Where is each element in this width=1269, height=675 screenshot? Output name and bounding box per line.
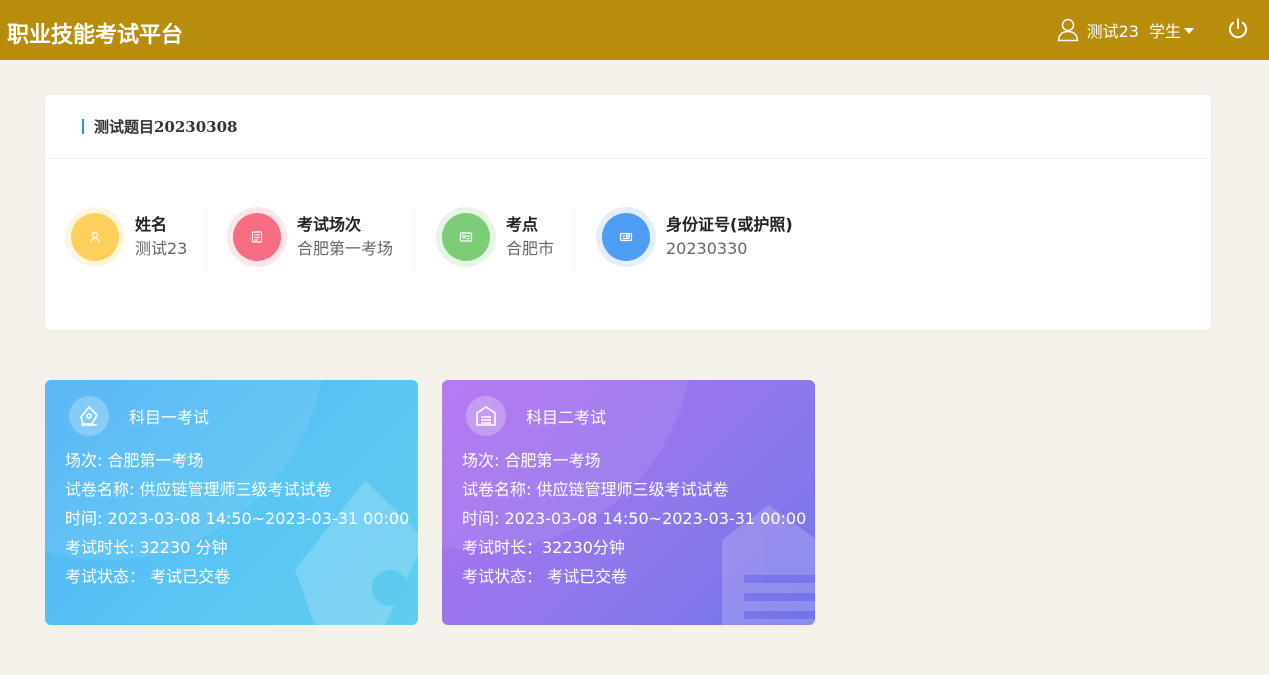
user-menu[interactable]: 测试23 学生: [1057, 16, 1194, 44]
session-badge: [227, 207, 287, 267]
caret-down-icon[interactable]: [1184, 28, 1194, 34]
site-badge: [436, 207, 496, 267]
user-icon: [1057, 18, 1078, 42]
title-accent-bar: [82, 119, 84, 134]
exam-status: 考试状态： 考试已交卷: [65, 567, 231, 586]
site-value: 合肥市: [506, 239, 555, 258]
info-item-name: 姓名 测试23: [65, 205, 187, 269]
pen-icon: [69, 396, 109, 436]
exam-card-subject-1[interactable]: 科目一考试 场次: 合肥第一考场 试卷名称: 供应链管理师三级考试试卷 时间: …: [45, 380, 418, 625]
document-icon: [233, 213, 281, 261]
user-name[interactable]: 测试23: [1087, 18, 1139, 42]
name-label: 姓名: [135, 215, 168, 234]
divider: [206, 209, 207, 269]
info-item-session: 考试场次 合肥第一考场: [227, 205, 393, 269]
exam-duration: 考试时长: 32230 分钟: [65, 538, 228, 557]
info-item-site: 考点 合肥市: [436, 205, 554, 269]
exam-time: 时间: 2023-03-08 14:50~2023-03-31 00:00: [462, 509, 807, 528]
id-value: 20230330: [666, 239, 748, 258]
name-value: 测试23: [135, 239, 188, 258]
exam-duration: 考试时长：32230分钟: [462, 538, 625, 557]
exam-time: 时间: 2023-03-08 14:50~2023-03-31 00:00: [65, 509, 410, 528]
divider: [414, 209, 415, 269]
id-card-icon: [442, 213, 490, 261]
user-icon: [71, 213, 119, 261]
exam-paper-name: 试卷名称: 供应链管理师三级考试试卷: [462, 480, 729, 499]
id-label: 身份证号(或护照): [666, 215, 793, 234]
exam-session: 场次: 合肥第一考场: [65, 451, 204, 470]
top-bar: 职业技能考试平台 测试23 学生: [0, 0, 1269, 60]
exam-title: 科目一考试: [129, 408, 210, 427]
exam-subject-title: 测试题目20230308: [94, 118, 238, 136]
info-item-id: 身份证号(或护照) 20230330: [596, 205, 793, 269]
info-card-header: 测试题目20230308: [45, 95, 1211, 159]
exam-card-subject-2[interactable]: 科目二考试 场次: 合肥第一考场 试卷名称: 供应链管理师三级考试试卷 时间: …: [442, 380, 815, 625]
divider: [574, 209, 575, 269]
name-badge: [65, 207, 125, 267]
role-dropdown[interactable]: 学生: [1149, 18, 1194, 42]
power-icon[interactable]: [1227, 18, 1249, 40]
exam-info-card: 测试题目20230308 姓名 测试23 考试场次 合肥第一考场 考点 合肥市 …: [45, 95, 1211, 330]
session-value: 合肥第一考场: [297, 239, 394, 258]
warehouse-icon: [466, 396, 506, 436]
passport-icon: [602, 213, 650, 261]
site-label: 考点: [506, 215, 539, 234]
id-badge: [596, 207, 656, 267]
exam-status: 考试状态： 考试已交卷: [462, 567, 628, 586]
exam-session: 场次: 合肥第一考场: [462, 451, 601, 470]
session-label: 考试场次: [297, 215, 362, 234]
exam-paper-name: 试卷名称: 供应链管理师三级考试试卷: [65, 480, 332, 499]
role-label[interactable]: 学生: [1149, 18, 1181, 42]
exam-title: 科目二考试: [526, 408, 607, 427]
candidate-info-row: 姓名 测试23 考试场次 合肥第一考场 考点 合肥市 身份证号(或护照) 202…: [45, 205, 1211, 269]
app-title: 职业技能考试平台: [7, 23, 184, 48]
